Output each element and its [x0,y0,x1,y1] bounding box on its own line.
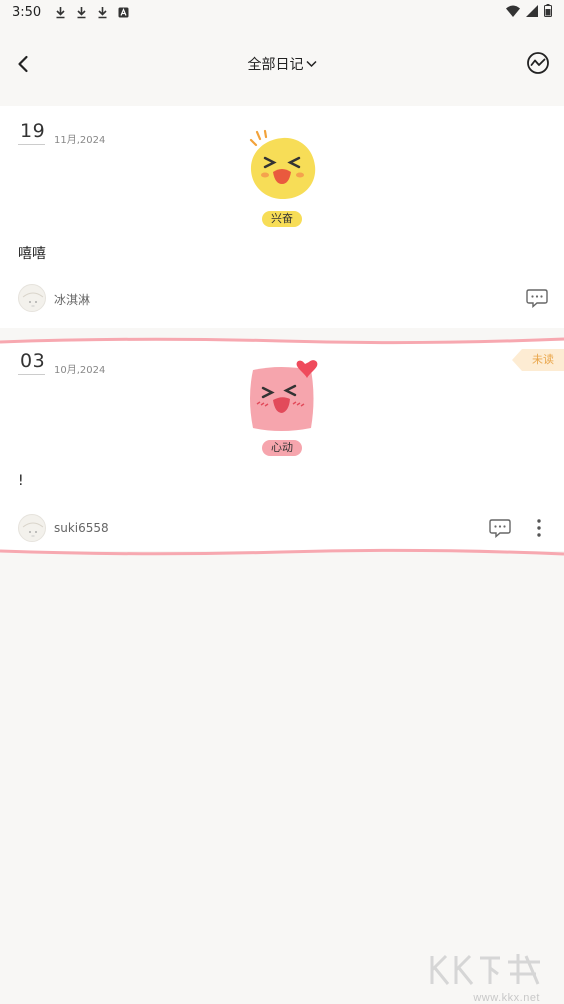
entry-day: 03 [20,350,46,372]
avatar[interactable] [18,514,46,542]
signal-icon [526,4,538,17]
day-underline [18,144,45,145]
more-options-icon[interactable] [534,518,544,538]
comment-icon[interactable] [526,288,548,308]
status-bar: 3:50 [0,0,564,24]
watermark-text: www.kkx.net [473,992,540,1004]
author-name[interactable]: 冰淇淋 [54,291,90,308]
comment-icon[interactable] [489,518,511,538]
entry-day: 19 [20,120,46,142]
status-indicators [506,4,552,17]
avatar[interactable] [18,284,46,312]
download-icon [98,6,107,18]
chevron-down-icon [305,60,317,68]
entry-content: 嘻嘻 [18,246,46,262]
top-bar: 全部日记 [0,40,564,88]
wifi-icon [506,5,520,17]
app-notification-icon [118,7,129,17]
entry-month-year: 11月,2024 [54,135,106,146]
diary-entry-card[interactable]: 19 11月,2024 兴奋 嘻嘻 冰淇淋 [0,106,564,328]
download-icon [56,6,65,18]
entry-content: ! [18,473,24,489]
heartbeat-face-icon [250,360,318,431]
battery-icon [544,4,552,17]
page-title: 全部日记 [247,57,304,73]
diary-filter-dropdown[interactable]: 全部日记 [0,54,564,74]
avatar-face-icon [22,522,44,537]
status-time: 3:50 [12,4,42,20]
mood-trend-button[interactable] [526,51,550,75]
day-underline [18,374,45,375]
entry-month-year: 10月,2024 [54,365,106,376]
download-icon [77,6,86,18]
author-name[interactable]: suki6558 [54,521,109,535]
excited-face-icon [249,129,316,200]
avatar-face-icon [22,292,44,307]
mood-label: 兴奋 [262,211,302,227]
mood-label: 心动 [262,440,302,456]
diary-entry-card[interactable]: 03 10月,2024 未读 心动 ! suki6558 [0,341,564,551]
unread-badge: 未读 [512,349,564,371]
